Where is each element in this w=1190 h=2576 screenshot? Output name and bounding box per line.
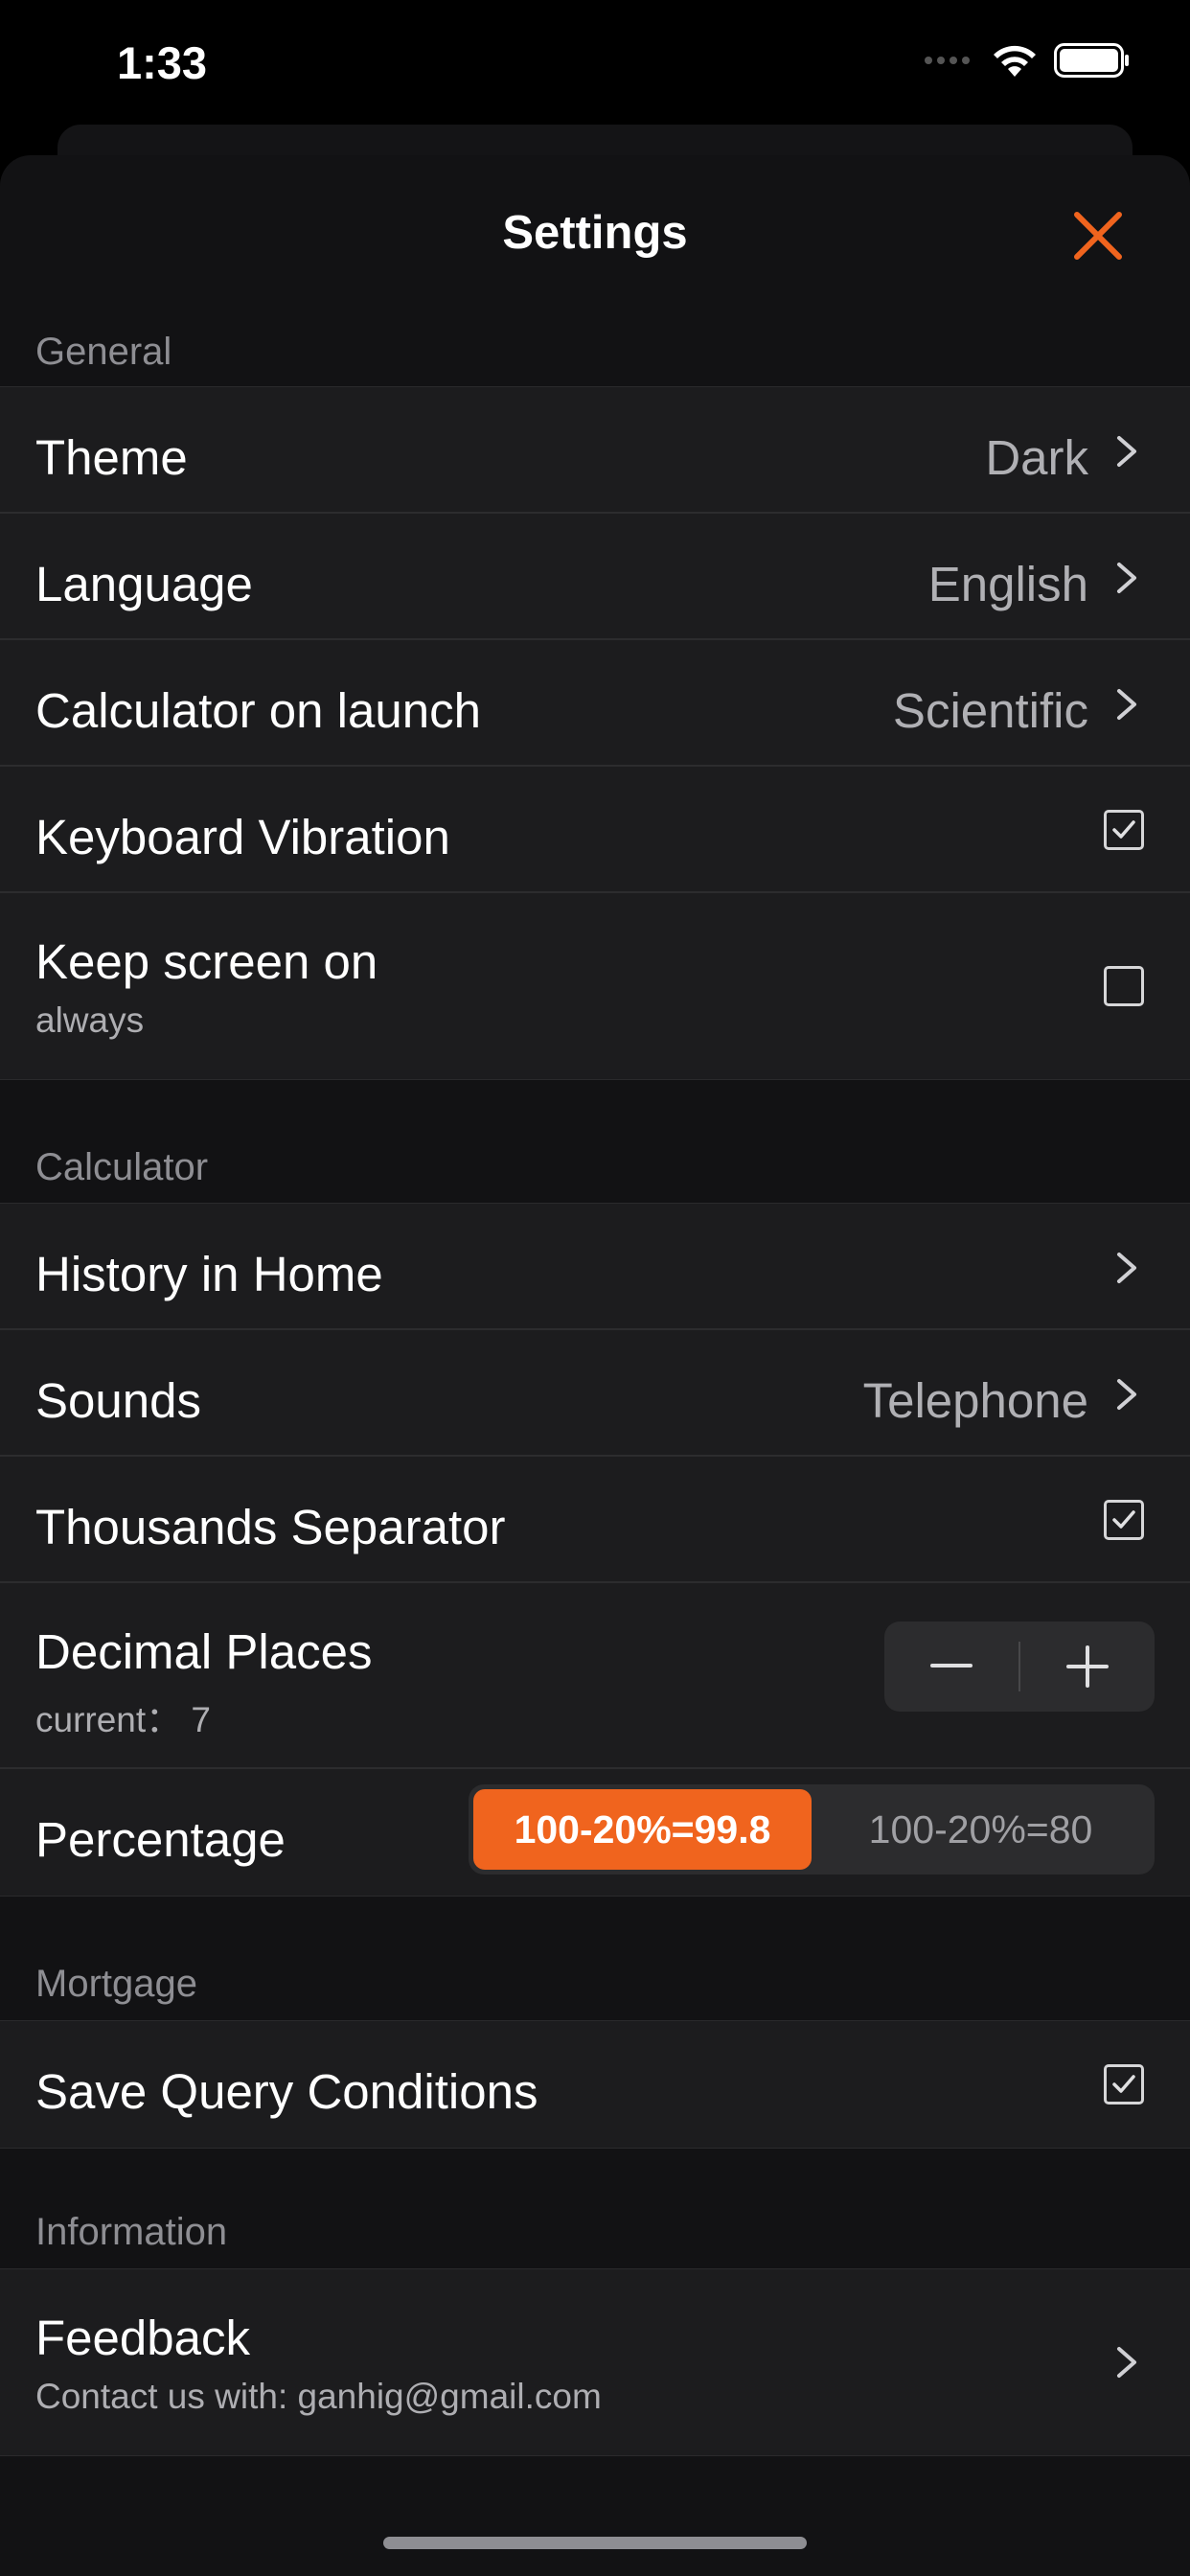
keep-screen-on-checkbox[interactable] <box>1104 966 1144 1006</box>
language-row[interactable]: Language English <box>0 514 1190 640</box>
theme-row[interactable]: Theme Dark <box>0 387 1190 514</box>
section-header-information: Information <box>35 2211 228 2253</box>
mortgage-group: Save Query Conditions <box>0 2020 1190 2149</box>
keyboard-vibration-checkbox[interactable] <box>1104 810 1144 850</box>
increment-button[interactable] <box>1020 1622 1155 1712</box>
general-group: Theme Dark Language English Calculator o… <box>0 386 1190 1080</box>
percentage-segmented-control: 100-20%=99.8 100-20%=80 <box>469 1784 1155 1874</box>
calculator-on-launch-value: Scientific <box>892 683 1088 738</box>
feedback-row[interactable]: Feedback Contact us with: ganhig@gmail.c… <box>0 2269 1190 2455</box>
sounds-row[interactable]: Sounds Telephone <box>0 1330 1190 1457</box>
percentage-option-99-8[interactable]: 100-20%=99.8 <box>473 1789 812 1870</box>
language-label: Language <box>35 557 253 611</box>
feedback-label: Feedback <box>35 2311 250 2365</box>
calculator-on-launch-label: Calculator on launch <box>35 683 481 738</box>
close-icon <box>1074 212 1122 260</box>
information-group: Feedback Contact us with: ganhig@gmail.c… <box>0 2268 1190 2456</box>
percentage-row: Percentage 100-20%=99.8 100-20%=80 <box>0 1769 1190 1896</box>
thousands-separator-label: Thousands Separator <box>35 1500 506 1554</box>
chevron-right-icon <box>1117 689 1136 720</box>
home-indicator <box>383 2537 807 2549</box>
language-value: English <box>927 557 1088 611</box>
keep-screen-on-label: Keep screen on <box>35 934 378 989</box>
chevron-right-icon <box>1117 563 1136 593</box>
thousands-separator-checkbox[interactable] <box>1104 1500 1144 1540</box>
checkmark-icon <box>1112 2075 1135 2093</box>
close-button[interactable] <box>1071 209 1125 263</box>
percentage-label: Percentage <box>35 1812 286 1867</box>
save-query-conditions-checkbox[interactable] <box>1104 2064 1144 2104</box>
save-query-conditions-row: Save Query Conditions <box>0 2021 1190 2148</box>
decimal-places-current: current： 7 <box>35 1700 212 1739</box>
chevron-right-icon <box>1117 1253 1136 1283</box>
theme-label: Theme <box>35 430 188 485</box>
battery-icon <box>1054 43 1129 78</box>
page-title: Settings <box>502 207 688 259</box>
chevron-right-icon <box>1117 1379 1136 1410</box>
decimal-places-label: Decimal Places <box>35 1624 373 1679</box>
section-header-general: General <box>35 331 172 373</box>
history-in-home-label: History in Home <box>35 1247 383 1301</box>
keep-screen-on-row: Keep screen on always <box>0 893 1190 1079</box>
keyboard-vibration-row: Keyboard Vibration <box>0 767 1190 893</box>
checkmark-icon <box>1112 820 1135 839</box>
status-time: 1:33 <box>117 37 208 88</box>
section-header-mortgage: Mortgage <box>35 1963 197 2005</box>
save-query-conditions-label: Save Query Conditions <box>35 2064 538 2119</box>
sounds-label: Sounds <box>35 1373 201 1428</box>
sounds-value: Telephone <box>862 1373 1088 1428</box>
decrement-button[interactable] <box>884 1622 1018 1712</box>
plus-icon <box>1066 1645 1109 1688</box>
keep-screen-on-sublabel: always <box>35 1000 145 1040</box>
minus-icon <box>930 1664 973 1668</box>
feedback-contact: Contact us with: ganhig@gmail.com <box>35 2377 602 2416</box>
history-in-home-row[interactable]: History in Home <box>0 1204 1190 1330</box>
keyboard-vibration-label: Keyboard Vibration <box>35 810 450 864</box>
section-header-calculator: Calculator <box>35 1146 209 1188</box>
wifi-icon <box>994 45 1036 77</box>
cellular-signal-icon <box>925 57 970 64</box>
status-bar: 1:33 <box>0 0 1190 125</box>
percentage-option-80[interactable]: 100-20%=80 <box>812 1789 1150 1870</box>
theme-value: Dark <box>985 430 1088 485</box>
status-icons <box>925 42 1131 79</box>
calculator-on-launch-row[interactable]: Calculator on launch Scientific <box>0 640 1190 767</box>
chevron-right-icon <box>1117 436 1136 467</box>
checkmark-icon <box>1112 1510 1135 1529</box>
chevron-right-icon <box>1117 2347 1136 2378</box>
calculator-group: History in Home Sounds Telephone Thousan… <box>0 1203 1190 1897</box>
decimal-places-row: Decimal Places current： 7 <box>0 1583 1190 1769</box>
decimal-places-stepper <box>884 1622 1155 1712</box>
thousands-separator-row: Thousands Separator <box>0 1457 1190 1583</box>
